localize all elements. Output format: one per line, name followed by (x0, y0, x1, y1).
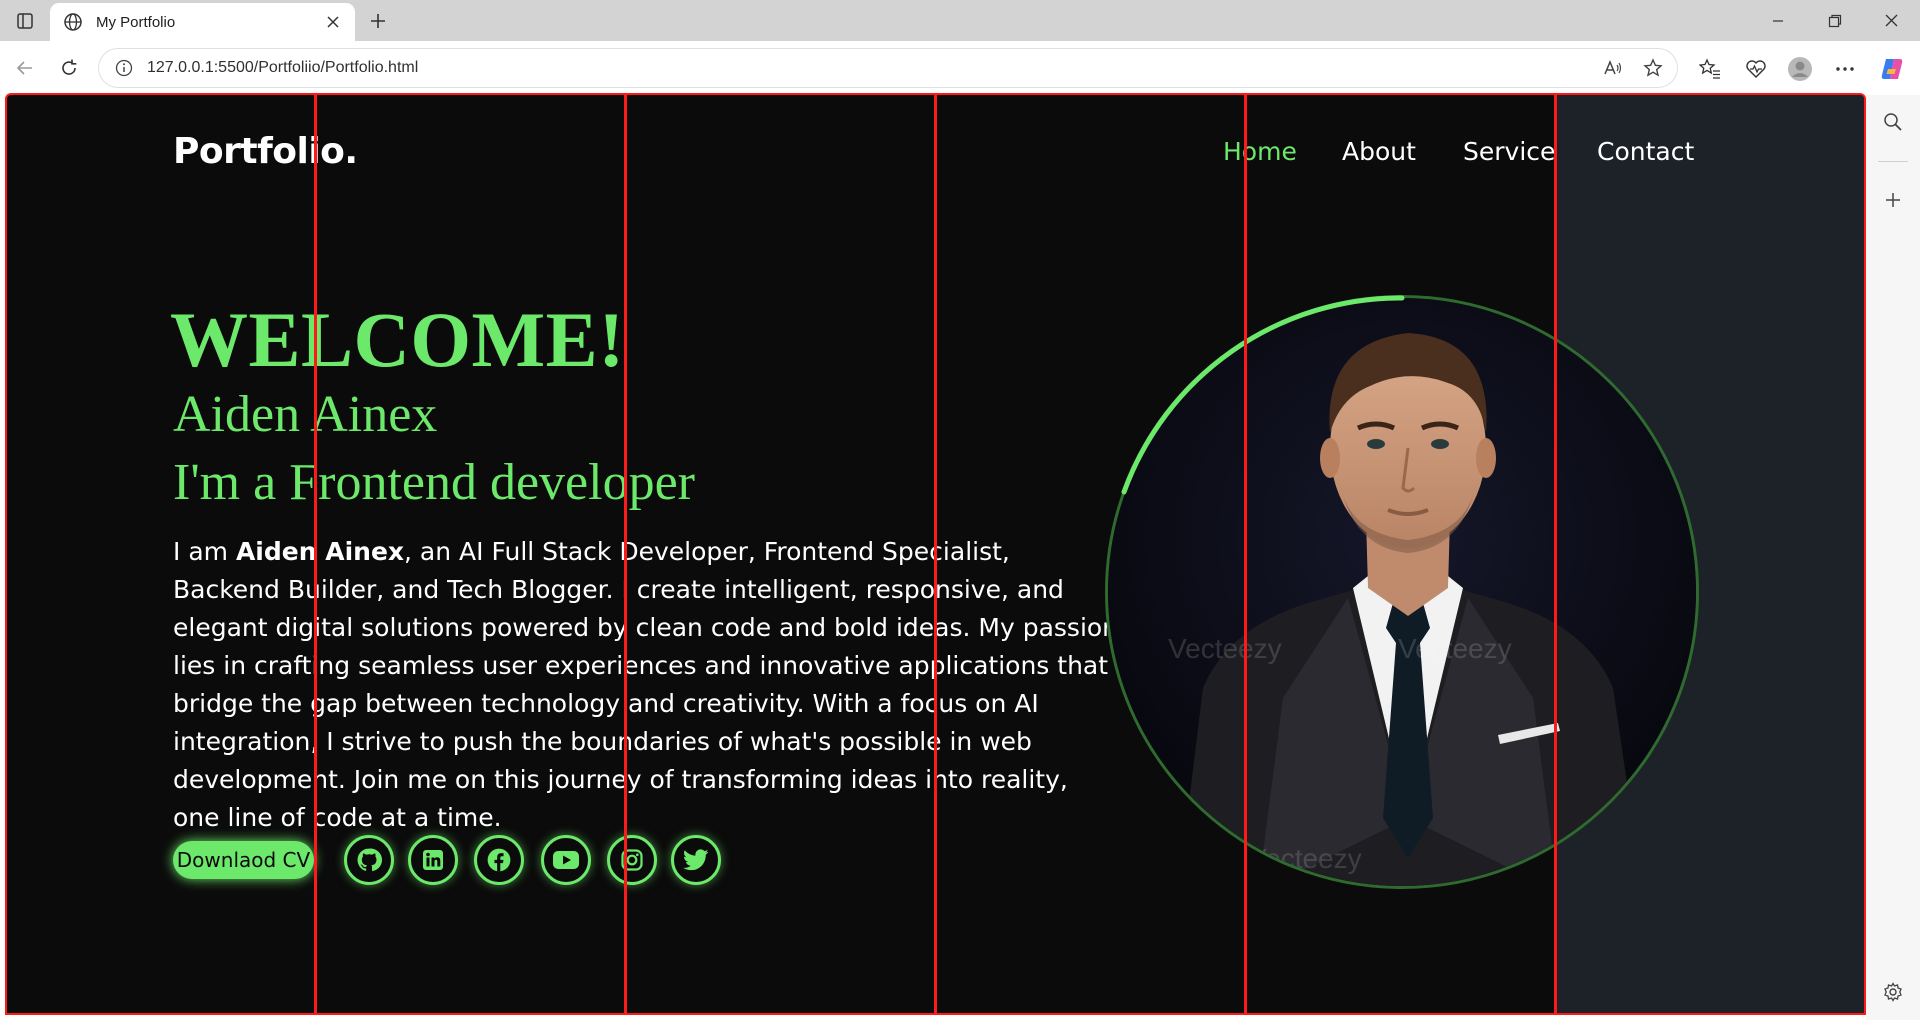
grid-line (624, 95, 627, 1013)
download-cv-button[interactable]: Downlaod CV (173, 841, 314, 879)
site-info-icon[interactable] (113, 57, 135, 79)
facebook-icon[interactable] (474, 835, 524, 885)
profile-avatar-icon[interactable] (1784, 53, 1816, 85)
globe-icon (62, 11, 84, 33)
minimize-icon[interactable] (1749, 0, 1806, 41)
github-icon[interactable] (344, 835, 394, 885)
grid-line (934, 95, 937, 1013)
search-icon[interactable] (1878, 107, 1908, 137)
nav-service[interactable]: Service (1463, 137, 1555, 166)
close-tab-icon[interactable] (323, 12, 343, 32)
nav-home[interactable]: Home (1223, 137, 1297, 166)
youtube-icon[interactable] (541, 835, 591, 885)
tab-actions-icon[interactable] (10, 7, 40, 35)
bio-prefix: I am (173, 537, 236, 566)
page-viewport: Portfolio. Home About Service Contact WE… (5, 93, 1866, 1015)
copilot-icon[interactable] (1876, 53, 1908, 85)
grid-line (1554, 95, 1557, 1013)
browser-tab-bar: My Portfolio (0, 0, 1920, 41)
back-icon[interactable] (10, 53, 40, 83)
grid-line (1244, 95, 1247, 1013)
grid-line (314, 95, 317, 1013)
hero-role: I'm a Frontend developer (173, 454, 695, 511)
bio-name: Aiden Ainex (235, 537, 405, 566)
browser-toolbar: 127.0.0.1:5500/Portfoliio/Portfolio.html (0, 41, 1920, 95)
browser-sidebar (1866, 95, 1920, 1020)
sidebar-divider (1878, 161, 1908, 162)
settings-gear-icon[interactable] (1878, 977, 1908, 1007)
nav-about[interactable]: About (1342, 137, 1416, 166)
favorites-icon[interactable] (1694, 53, 1726, 85)
twitter-icon[interactable] (671, 835, 721, 885)
favorite-star-icon[interactable] (1637, 52, 1669, 84)
browser-tab[interactable]: My Portfolio (50, 3, 355, 41)
linkedin-icon[interactable] (408, 835, 458, 885)
instagram-icon[interactable] (607, 835, 657, 885)
new-tab-button[interactable] (364, 7, 392, 35)
welcome-heading: WELCOME! (170, 296, 625, 383)
read-aloud-icon[interactable] (1597, 52, 1629, 84)
close-window-icon[interactable] (1863, 0, 1920, 41)
browser-essentials-icon[interactable] (1740, 53, 1772, 85)
photo-progress-arc (1121, 295, 1405, 495)
add-sidebar-app-icon[interactable] (1878, 185, 1908, 215)
site-logo[interactable]: Portfolio. (173, 131, 358, 172)
more-options-icon[interactable] (1829, 53, 1861, 85)
restore-icon[interactable] (1806, 0, 1863, 41)
hero-name: Aiden Ainex (173, 386, 438, 443)
refresh-icon[interactable] (54, 53, 84, 83)
nav-contact[interactable]: Contact (1597, 137, 1694, 166)
url-text: 127.0.0.1:5500/Portfoliio/Portfolio.html (147, 59, 419, 76)
tab-title: My Portfolio (96, 13, 176, 31)
address-bar[interactable]: 127.0.0.1:5500/Portfoliio/Portfolio.html (98, 48, 1678, 88)
